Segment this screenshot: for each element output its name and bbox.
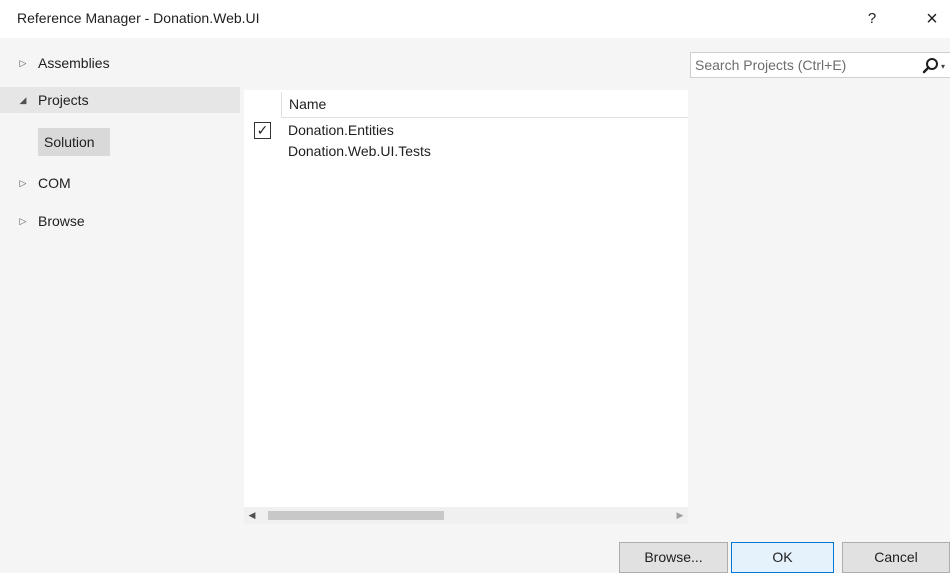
nav-item-label: Browse bbox=[38, 213, 85, 229]
scroll-right-icon[interactable]: ▶ bbox=[672, 507, 688, 524]
search-box: ▾ bbox=[690, 52, 950, 78]
expand-arrow-icon[interactable]: ▷ bbox=[17, 208, 29, 234]
window-title: Reference Manager - Donation.Web.UI bbox=[17, 10, 260, 26]
nav-item-assemblies[interactable]: ▷ Assemblies bbox=[0, 50, 240, 76]
horizontal-scrollbar[interactable]: ◀ ▶ bbox=[244, 507, 688, 524]
project-name: Donation.Entities bbox=[288, 122, 394, 138]
browse-button[interactable]: Browse... bbox=[619, 542, 728, 573]
scroll-left-icon[interactable]: ◀ bbox=[244, 507, 260, 524]
ok-button[interactable]: OK bbox=[731, 542, 834, 573]
search-dropdown-icon[interactable]: ▾ bbox=[941, 62, 949, 71]
column-divider bbox=[281, 92, 282, 118]
nav-item-label: Assemblies bbox=[38, 55, 110, 71]
reference-checkbox[interactable]: ✓ bbox=[254, 122, 271, 139]
title-bar: Reference Manager - Donation.Web.UI ? × bbox=[0, 0, 950, 38]
scroll-thumb[interactable] bbox=[268, 511, 444, 520]
project-name: Donation.Web.UI.Tests bbox=[288, 143, 431, 159]
nav-item-com[interactable]: ▷ COM bbox=[0, 170, 240, 196]
nav-subitem-solution[interactable]: Solution bbox=[38, 128, 110, 156]
column-header-label: Name bbox=[289, 96, 327, 112]
nav-item-label: Projects bbox=[38, 92, 89, 108]
close-button[interactable]: × bbox=[920, 6, 944, 32]
nav-item-label: COM bbox=[38, 175, 71, 191]
help-button[interactable]: ? bbox=[862, 8, 882, 30]
nav-item-browse[interactable]: ▷ Browse bbox=[0, 208, 240, 234]
cancel-button[interactable]: Cancel bbox=[842, 542, 950, 573]
list-item[interactable]: Donation.Web.UI.Tests bbox=[244, 142, 688, 162]
column-header-name[interactable]: Name bbox=[281, 90, 688, 118]
nav-item-projects[interactable]: ◢ Projects bbox=[0, 87, 240, 113]
collapse-arrow-icon[interactable]: ◢ bbox=[17, 87, 29, 113]
expand-arrow-icon[interactable]: ▷ bbox=[17, 50, 29, 76]
search-icon[interactable] bbox=[921, 56, 941, 76]
list-item[interactable]: ✓ Donation.Entities bbox=[244, 121, 688, 141]
search-input[interactable] bbox=[695, 55, 915, 75]
expand-arrow-icon[interactable]: ▷ bbox=[17, 170, 29, 196]
